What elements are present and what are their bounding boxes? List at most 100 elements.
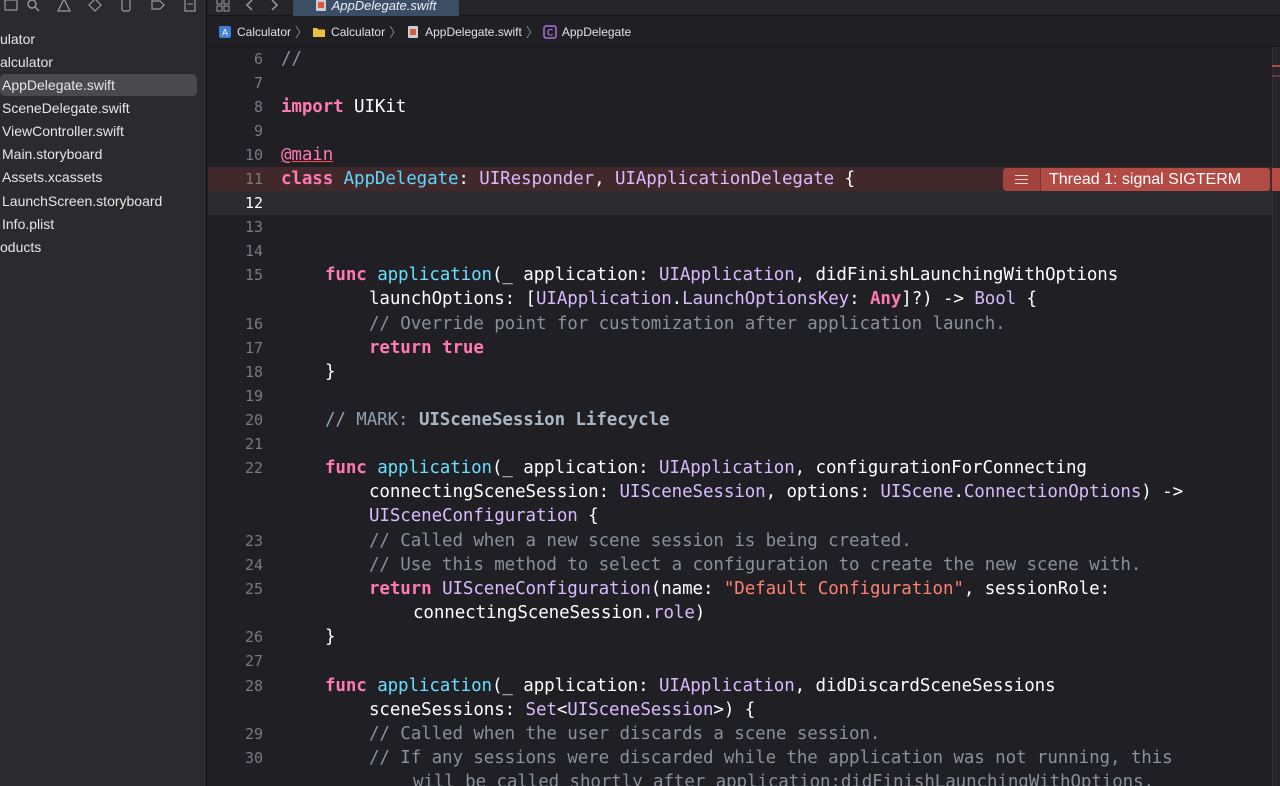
code-type: ConnectionOptions <box>963 482 1142 502</box>
code-comment: // Use this method to select a configura… <box>369 555 1142 575</box>
breadcrumb-project[interactable]: A Calculator <box>218 25 291 39</box>
code-line: connectingSceneSession: UISceneSession, … <box>369 480 1183 504</box>
code-line: will be called shortly after application… <box>413 770 1154 786</box>
code-line: class AppDelegate: UIResponder, UIApplic… <box>281 167 855 191</box>
current-line-highlight <box>208 191 1280 215</box>
code-text: : <box>458 169 480 189</box>
breadcrumb-label: Calculator <box>237 24 292 39</box>
code-comment: // Called when the user discards a scene… <box>369 724 881 744</box>
line-number: 11 <box>244 170 263 188</box>
back-icon[interactable] <box>242 0 258 13</box>
code-keyword: func <box>325 458 367 478</box>
code-text: { <box>834 169 856 189</box>
tree-item-viewcontroller[interactable]: ViewController.swift <box>2 120 124 142</box>
code-class-name: AppDelegate <box>343 169 459 189</box>
line-number: 7 <box>253 74 263 92</box>
report-navigator-icon[interactable] <box>181 0 199 14</box>
line-number-current: 12 <box>244 194 263 212</box>
line-number: 10 <box>244 146 263 164</box>
code-function-name: application <box>377 676 492 696</box>
tree-item-label: oducts <box>0 239 42 255</box>
code-type: UIApplicationDelegate <box>614 169 835 189</box>
svg-text:C: C <box>547 28 553 38</box>
error-message: Thread 1: signal SIGTERM <box>1040 168 1270 191</box>
code-text: sceneSessions: <box>369 700 526 720</box>
code-line: // Called when a new scene session is be… <box>369 529 912 553</box>
tree-item-scenedelegate[interactable]: SceneDelegate.swift <box>2 97 130 119</box>
swift-file-icon <box>315 0 326 11</box>
tree-item-main-storyboard[interactable]: Main.storyboard <box>2 143 102 165</box>
code-comment: // <box>281 49 302 69</box>
code-line: // <box>281 47 302 71</box>
related-items-icon[interactable] <box>215 0 231 13</box>
breadcrumb-label: AppDelegate.swift <box>425 24 522 39</box>
breadcrumb-file[interactable]: AppDelegate.swift <box>406 25 522 39</box>
tree-item-appdelegate[interactable]: AppDelegate.swift <box>0 74 197 96</box>
error-list-icon[interactable] <box>1003 168 1040 191</box>
code-line: return UISceneConfiguration(name: "Defau… <box>369 577 1110 601</box>
code-line: launchOptions: [UIApplication.LaunchOpti… <box>369 287 1037 311</box>
line-number: 29 <box>244 725 263 743</box>
code-line: // MARK: UISceneSession Lifecycle <box>325 408 670 432</box>
breadcrumb-folder[interactable]: Calculator <box>312 25 385 39</box>
tree-item-assets[interactable]: Assets.xcassets <box>2 166 102 188</box>
code-line: import UIKit <box>281 95 406 119</box>
code-text: (_ application: <box>491 458 659 478</box>
code-text: connectingSceneSession: <box>369 482 620 502</box>
code-type: UIResponder <box>479 169 595 189</box>
breadcrumb-class[interactable]: C AppDelegate <box>543 25 631 39</box>
code-type: UISceneConfiguration <box>442 579 651 599</box>
code-text: { <box>577 506 599 526</box>
error-annotation-edge <box>1272 168 1280 191</box>
code-line: @main <box>281 143 333 167</box>
code-line: func application(_ application: UIApplic… <box>325 263 1118 287</box>
code-line: // Called when the user discards a scene… <box>369 722 880 746</box>
code-comment: // Called when a new scene session is be… <box>369 531 912 551</box>
error-marker <box>1272 65 1280 67</box>
navigator-toolbar <box>0 0 206 16</box>
tree-item-launchscreen[interactable]: LaunchScreen.storyboard <box>2 190 162 212</box>
code-text: (_ application: <box>491 265 659 285</box>
tree-item-group[interactable]: alculator <box>0 51 53 73</box>
line-number: 14 <box>244 242 263 260</box>
code-line: return true <box>369 336 484 360</box>
tree-item-project[interactable]: ulator <box>0 28 35 50</box>
source-control-icon[interactable] <box>2 0 20 14</box>
line-number: 8 <box>253 98 263 116</box>
code-type: UISceneConfiguration <box>369 506 578 526</box>
code-property: role <box>653 603 695 623</box>
code-line: sceneSessions: Set<UISceneSession>) { <box>369 698 755 722</box>
tab-appdelegate[interactable]: AppDelegate.swift <box>293 0 459 16</box>
tree-item-label: SceneDelegate.swift <box>2 100 130 116</box>
code-line: // Override point for customization afte… <box>369 312 1006 336</box>
code-keyword: class <box>281 169 334 189</box>
breadcrumb-label: AppDelegate <box>561 24 632 39</box>
search-icon[interactable] <box>24 0 42 14</box>
runtime-error-annotation[interactable]: Thread 1: signal SIGTERM <box>1003 168 1270 191</box>
code-keyword: func <box>325 265 367 285</box>
code-text: < <box>556 700 568 720</box>
code-text: ]?) -> <box>901 289 975 309</box>
folder-icon <box>313 27 326 37</box>
code-text: } <box>325 627 336 647</box>
code-attribute: @main <box>281 145 334 165</box>
tree-item-label: Main.storyboard <box>2 146 103 162</box>
forward-icon[interactable] <box>266 0 282 13</box>
debug-navigator-icon[interactable] <box>117 0 135 14</box>
tree-item-label: Assets.xcassets <box>2 169 103 185</box>
breakpoint-navigator-icon[interactable] <box>149 0 167 14</box>
source-editor[interactable]: 6 7 8 9 10 11 12 13 14 15 16 17 18 19 20… <box>208 47 1280 786</box>
tree-item-products[interactable]: oducts <box>0 236 41 258</box>
code-text: . <box>953 482 964 502</box>
code-text: (name: <box>650 579 724 599</box>
code-line: } <box>325 360 336 384</box>
issue-navigator-icon[interactable] <box>55 0 73 14</box>
editor-scrollbar[interactable] <box>1272 47 1280 786</box>
tree-item-label: alculator <box>0 54 53 70</box>
code-text: launchOptions: [ <box>369 289 536 309</box>
code-comment: will be called shortly after application… <box>413 772 1154 786</box>
code-type: UIApplication <box>658 265 795 285</box>
tree-item-info-plist[interactable]: Info.plist <box>2 213 54 235</box>
code-keyword: func <box>325 676 367 696</box>
test-navigator-icon[interactable] <box>86 0 104 14</box>
